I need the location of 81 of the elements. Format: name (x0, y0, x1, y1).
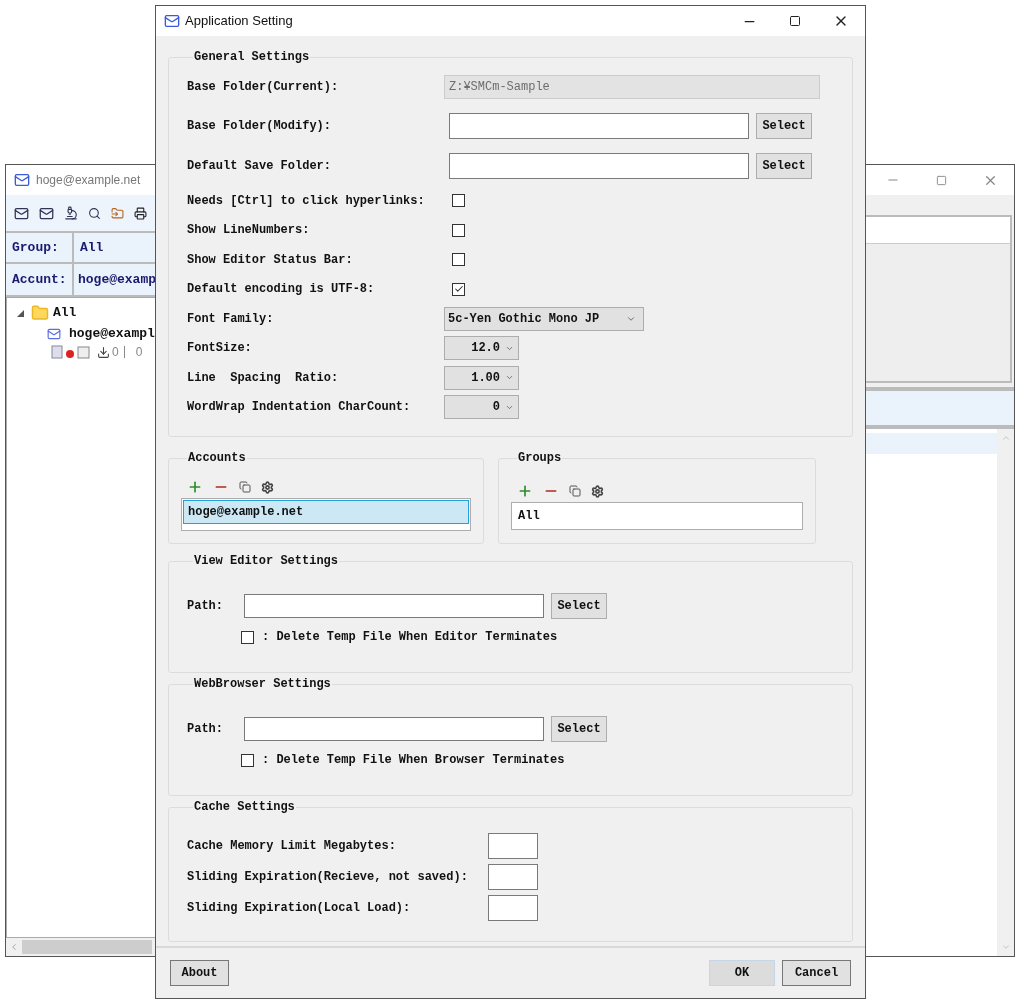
field-label: Base Folder(Current): (187, 79, 340, 96)
field-label: Default encoding is UTF-8: (187, 281, 376, 299)
field-label: WordWrap Indentation CharCount: (187, 399, 412, 417)
cancel-button[interactable]: Cancel (782, 960, 851, 986)
mail-icon[interactable] (39, 205, 54, 221)
group-title: View Editor Settings (193, 553, 340, 570)
field-label: Sliding Expiration(Recieve, not saved): (187, 868, 469, 886)
select-button[interactable]: Select (551, 593, 607, 619)
folder-icon (31, 304, 49, 322)
field-label: FontSize: (187, 340, 253, 358)
list-item[interactable]: All (513, 504, 801, 528)
checkbox[interactable] (452, 253, 465, 267)
account-value: hoge@examp (77, 270, 157, 289)
field-label: Line Spacing Ratio: (187, 369, 340, 387)
status-icons-drawing (51, 345, 91, 359)
tree-item[interactable]: All (53, 303, 77, 323)
checkbox[interactable] (241, 753, 254, 767)
number-input[interactable] (488, 863, 538, 890)
microscope-icon[interactable] (64, 206, 78, 220)
font-dropdown[interactable]: 5c-Yen Gothic Mono JP (444, 306, 644, 331)
checkbox[interactable] (452, 223, 465, 237)
number-input[interactable] (488, 894, 538, 921)
account-icon (47, 327, 61, 341)
window-title: Application Setting (185, 12, 293, 31)
option-label: : Delete Temp File When Browser Terminates (262, 752, 565, 769)
path-input[interactable] (244, 594, 544, 618)
checkbox[interactable] (452, 282, 465, 296)
field-label: Show Editor Status Bar: (187, 251, 354, 269)
list-item[interactable]: hoge@example.net (183, 500, 469, 524)
settings-icon[interactable] (261, 480, 274, 494)
field-label: Needs [Ctrl] to click hyperlinks: (187, 192, 426, 210)
add-icon[interactable] (517, 483, 533, 499)
path-input[interactable] (244, 717, 544, 741)
checkbox[interactable] (452, 194, 465, 208)
field-label: Font Family: (187, 310, 275, 328)
number-dropdown[interactable]: 12.0 (444, 336, 519, 361)
group-title: General Settings (193, 49, 311, 66)
group-title: WebBrowser Settings (193, 676, 332, 693)
field-label: Default Save Folder: (187, 158, 333, 175)
expand-arrow-icon[interactable] (17, 309, 27, 317)
folder-input[interactable] (449, 153, 749, 179)
add-icon[interactable] (187, 479, 203, 495)
field-label: Sliding Expiration(Local Load): (187, 899, 412, 917)
search-icon[interactable] (88, 206, 101, 220)
field-label: Base Folder(Modify): (187, 118, 333, 135)
select-button[interactable]: Select (756, 113, 812, 139)
download-icon (97, 345, 110, 359)
maximize-icon[interactable] (789, 15, 801, 27)
field-label: Show LineNumbers: (187, 222, 311, 240)
ok-button[interactable]: OK (709, 960, 775, 986)
path-label: Path: (187, 598, 224, 615)
select-button[interactable]: Select (756, 153, 812, 179)
number-input[interactable] (488, 832, 538, 859)
option-label: : Delete Temp File When Editor Terminates (262, 629, 558, 646)
path-label: Path: (187, 721, 224, 738)
count-text: 0 (135, 344, 143, 361)
mail-icon[interactable] (14, 205, 29, 221)
about-button[interactable]: About (170, 960, 229, 986)
folder-input[interactable] (449, 113, 749, 139)
number-dropdown[interactable]: 1.00 (444, 365, 519, 390)
field-label: Cache Memory Limit Megabytes: (187, 837, 397, 855)
tree-item[interactable]: hoge@exampl (69, 324, 155, 344)
count-text: 0 (112, 344, 119, 361)
copy-icon[interactable] (569, 485, 581, 497)
number-dropdown[interactable]: 0 (444, 395, 519, 420)
printer-icon[interactable] (134, 206, 147, 220)
mail-icon (14, 172, 30, 188)
check-icon (453, 284, 464, 295)
group-title: Cache Settings (193, 799, 296, 816)
group-title: Groups (517, 450, 563, 467)
settings-icon[interactable] (591, 484, 604, 498)
group-label: Group: (6, 233, 74, 264)
folder-icon[interactable] (111, 206, 124, 220)
mail-icon (164, 13, 180, 29)
copy-icon[interactable] (239, 481, 251, 493)
select-button[interactable]: Select (551, 716, 607, 742)
checkbox[interactable] (241, 630, 254, 644)
group-title: Accounts (187, 450, 247, 467)
window-title: hoge@example.net (36, 172, 141, 189)
account-label: Accunt: (6, 264, 74, 295)
readonly-field: Z:¥SMCm-Sample (444, 75, 820, 99)
